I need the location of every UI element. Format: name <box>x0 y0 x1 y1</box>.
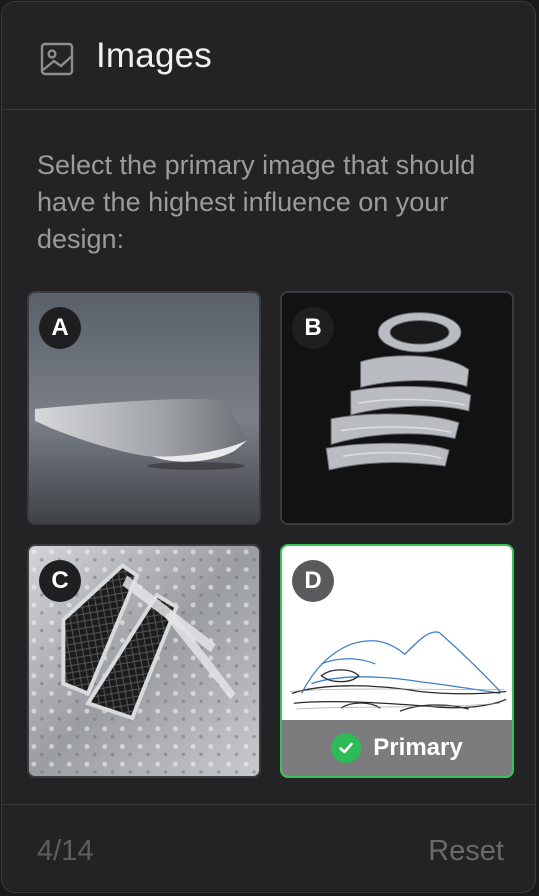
panel-footer: 4/14 Reset <box>2 804 535 892</box>
primary-indicator: Primary <box>282 720 512 776</box>
image-letter-badge: D <box>292 560 334 602</box>
instruction-text: Select the primary image that should hav… <box>37 150 476 254</box>
checkmark-icon <box>331 733 362 763</box>
image-icon <box>40 42 74 76</box>
page-counter: 4/14 <box>37 835 94 867</box>
panel-header: Images <box>2 2 535 110</box>
image-letter-badge: C <box>39 560 81 602</box>
images-panel: Images Select the primary image that sho… <box>1 1 536 893</box>
image-grid: A B C D Primary <box>27 291 517 781</box>
image-letter-badge: A <box>39 307 81 349</box>
reset-button[interactable]: Reset <box>428 835 504 868</box>
image-letter-badge: B <box>292 307 334 349</box>
panel-title: Images <box>96 36 212 75</box>
image-tile-c[interactable]: C <box>27 544 261 778</box>
image-tile-d[interactable]: D Primary <box>280 544 514 778</box>
image-tile-a[interactable]: A <box>27 291 261 525</box>
image-tile-b[interactable]: B <box>280 291 514 525</box>
primary-label: Primary <box>373 734 463 761</box>
